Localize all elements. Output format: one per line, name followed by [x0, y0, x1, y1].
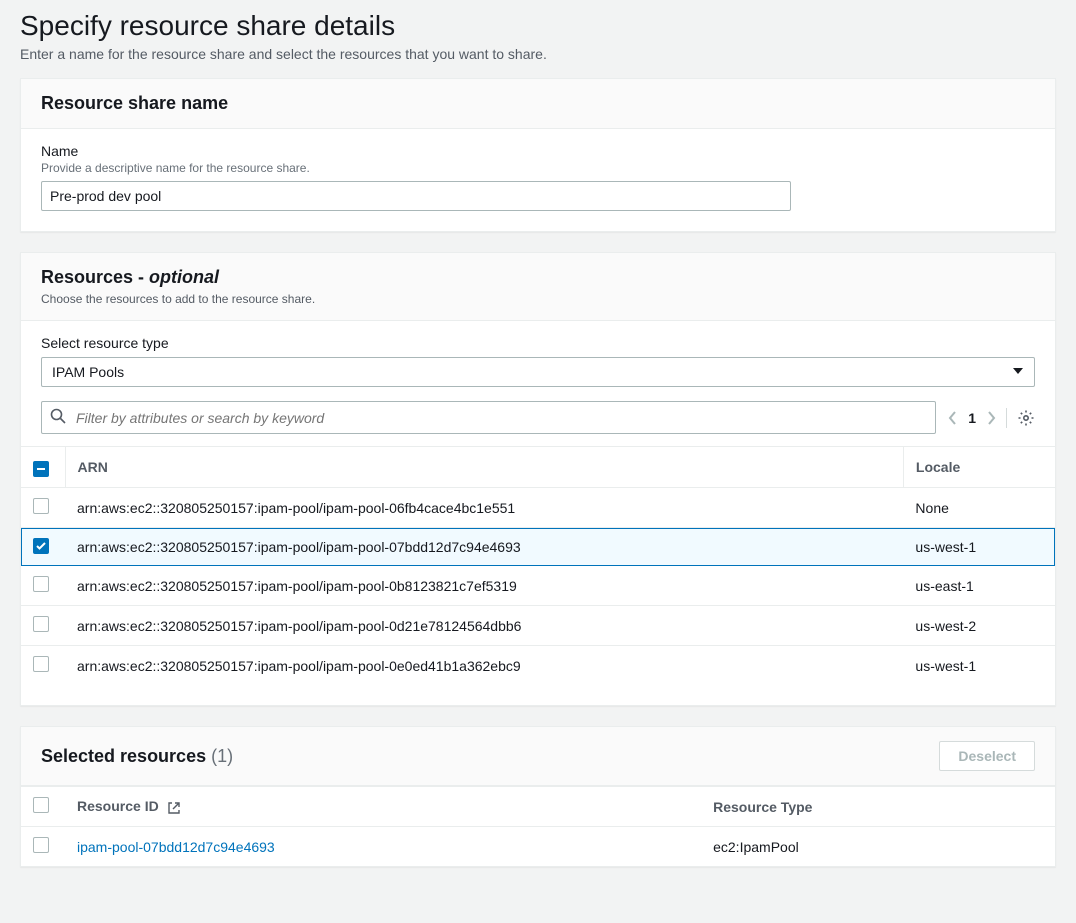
table-row[interactable]: arn:aws:ec2::320805250157:ipam-pool/ipam…: [21, 566, 1055, 606]
resource-type-select[interactable]: IPAM Pools: [41, 357, 1035, 387]
row-checkbox[interactable]: [33, 656, 49, 672]
page-description: Enter a name for the resource share and …: [20, 46, 1056, 62]
table-row[interactable]: ipam-pool-07bdd12d7c94e4693 ec2:IpamPool: [21, 827, 1055, 867]
selected-table: Resource ID Resource Type ipam-pool-07bd…: [21, 786, 1055, 866]
row-checkbox[interactable]: [33, 576, 49, 592]
search-input-wrap[interactable]: [41, 401, 936, 434]
arn-cell: arn:aws:ec2::320805250157:ipam-pool/ipam…: [65, 606, 903, 646]
page-prev[interactable]: [948, 411, 958, 425]
page-number: 1: [968, 410, 976, 426]
name-panel-heading: Resource share name: [41, 93, 1035, 114]
resources-heading: Resources - optional: [41, 267, 1035, 288]
col-locale[interactable]: Locale: [903, 447, 1055, 488]
locale-cell: us-west-1: [903, 528, 1055, 566]
search-input[interactable]: [74, 409, 927, 427]
pager: 1: [948, 408, 1035, 428]
resource-id-link[interactable]: ipam-pool-07bdd12d7c94e4693: [77, 839, 275, 855]
row-checkbox[interactable]: [33, 498, 49, 514]
name-label: Name: [41, 143, 1035, 159]
col-resource-id[interactable]: Resource ID: [65, 787, 701, 827]
locale-cell: us-east-1: [903, 566, 1055, 606]
table-row[interactable]: arn:aws:ec2::320805250157:ipam-pool/ipam…: [21, 528, 1055, 566]
name-hint: Provide a descriptive name for the resou…: [41, 161, 1035, 175]
page-next[interactable]: [986, 411, 996, 425]
arn-cell: arn:aws:ec2::320805250157:ipam-pool/ipam…: [65, 528, 903, 566]
row-checkbox[interactable]: [33, 837, 49, 853]
page-title: Specify resource share details: [20, 10, 1056, 42]
resources-table: ARN Locale arn:aws:ec2::320805250157:ipa…: [21, 446, 1055, 685]
row-checkbox[interactable]: [33, 538, 49, 554]
deselect-button[interactable]: Deselect: [939, 741, 1035, 771]
resource-type-label: Select resource type: [41, 335, 1035, 351]
selected-panel: Selected resources (1) Deselect Resource…: [20, 726, 1056, 867]
external-link-icon: [167, 801, 181, 815]
select-all-selected-checkbox[interactable]: [33, 797, 49, 813]
locale-cell: us-west-1: [903, 646, 1055, 686]
arn-cell: arn:aws:ec2::320805250157:ipam-pool/ipam…: [65, 566, 903, 606]
arn-cell: arn:aws:ec2::320805250157:ipam-pool/ipam…: [65, 646, 903, 686]
row-checkbox[interactable]: [33, 616, 49, 632]
col-arn[interactable]: ARN: [65, 447, 903, 488]
search-icon: [50, 408, 74, 427]
resources-panel: Resources - optional Choose the resource…: [20, 252, 1056, 706]
resource-type-value: IPAM Pools: [52, 364, 124, 380]
arn-cell: arn:aws:ec2::320805250157:ipam-pool/ipam…: [65, 488, 903, 528]
table-row[interactable]: arn:aws:ec2::320805250157:ipam-pool/ipam…: [21, 646, 1055, 686]
table-row[interactable]: arn:aws:ec2::320805250157:ipam-pool/ipam…: [21, 606, 1055, 646]
resources-hint: Choose the resources to add to the resou…: [41, 292, 1035, 306]
locale-cell: us-west-2: [903, 606, 1055, 646]
col-resource-type[interactable]: Resource Type: [701, 787, 1055, 827]
locale-cell: None: [903, 488, 1055, 528]
caret-down-icon: [1012, 364, 1024, 380]
settings-button[interactable]: [1017, 409, 1035, 427]
selected-heading: Selected resources (1): [41, 746, 233, 767]
select-all-checkbox[interactable]: [33, 461, 49, 477]
table-row[interactable]: arn:aws:ec2::320805250157:ipam-pool/ipam…: [21, 488, 1055, 528]
name-panel: Resource share name Name Provide a descr…: [20, 78, 1056, 232]
name-input[interactable]: [41, 181, 791, 211]
resource-type-cell: ec2:IpamPool: [701, 827, 1055, 867]
